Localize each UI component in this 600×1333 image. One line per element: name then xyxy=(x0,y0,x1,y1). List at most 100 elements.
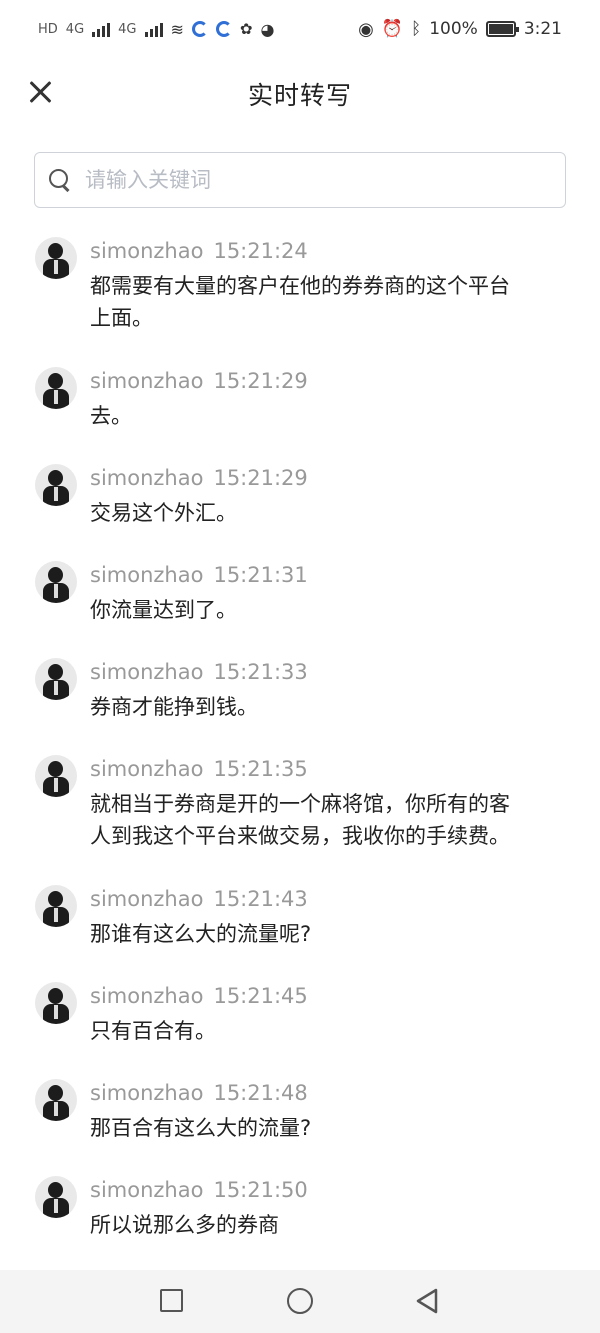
alarm-icon: ⏰ xyxy=(381,19,403,39)
signal-icon-2 xyxy=(144,21,163,37)
timestamp: 15:21:50 xyxy=(213,1178,308,1202)
message-text: 你流量达到了。 xyxy=(90,594,562,626)
list-item: simonzhao 15:21:48 那百合有这么大的流量? xyxy=(0,1074,600,1171)
username: simonzhao xyxy=(90,887,204,911)
timestamp: 15:21:29 xyxy=(213,369,308,393)
username: simonzhao xyxy=(90,757,204,781)
search-icon xyxy=(49,169,71,191)
timestamp: 15:21:43 xyxy=(213,887,308,911)
message-meta: simonzhao 15:21:50 xyxy=(90,1171,562,1209)
message-text: 只有百合有。 xyxy=(90,1015,562,1047)
list-item: simonzhao 15:21:29 去。 xyxy=(0,362,600,459)
status-left: HD 4G 4G ≋ ✿ ◕ xyxy=(38,20,274,39)
title-bar: 实时转写 xyxy=(0,58,600,132)
message-line: 交易这个外汇。 xyxy=(90,501,237,525)
list-item: simonzhao 15:21:45 只有百合有。 xyxy=(0,977,600,1074)
page-title: 实时转写 xyxy=(247,81,352,110)
timestamp: 15:21:24 xyxy=(213,239,308,263)
clock: 3:21 xyxy=(523,19,562,39)
message-text: 那百合有这么大的流量? xyxy=(90,1112,562,1144)
list-item: simonzhao 15:21:24 都需要有大量的客户在他的券券商的这个平台 上面… xyxy=(0,232,600,362)
message-line: 那谁有这么大的流量呢? xyxy=(90,922,312,946)
transcript-list[interactable]: simonzhao 15:21:24 都需要有大量的客户在他的券券商的这个平台 上面… xyxy=(0,232,600,1270)
message-line: 券商才能挣到钱。 xyxy=(90,695,258,719)
message-meta: simonzhao 15:21:45 xyxy=(90,977,562,1015)
username: simonzhao xyxy=(90,563,204,587)
message-text: 就相当于券商是开的一个麻将馆，你所有的客 人到我这个平台来做交易，我收你的手续费。 xyxy=(90,788,562,852)
message-meta: simonzhao 15:21:43 xyxy=(90,880,562,918)
message-line: 上面。 xyxy=(90,306,153,330)
avatar xyxy=(35,561,77,603)
app-icon xyxy=(191,21,208,37)
avatar xyxy=(35,1079,77,1121)
message-line: 就相当于券商是开的一个麻将馆，你所有的客 xyxy=(90,792,510,816)
username: simonzhao xyxy=(90,1178,204,1202)
message-meta: simonzhao 15:21:48 xyxy=(90,1074,562,1112)
message-line: 那百合有这么大的流量? xyxy=(90,1116,312,1140)
message-text: 去。 xyxy=(90,400,562,432)
timestamp: 15:21:33 xyxy=(213,660,308,684)
hd-icon: HD xyxy=(38,21,58,37)
battery-icon xyxy=(485,21,519,37)
signal-icon xyxy=(92,21,111,37)
username: simonzhao xyxy=(90,369,204,393)
message-line: 都需要有大量的客户在他的券券商的这个平台 xyxy=(90,274,510,298)
message-text: 那谁有这么大的流量呢? xyxy=(90,918,562,950)
browser-icon: ◕ xyxy=(260,19,275,39)
timestamp: 15:21:35 xyxy=(213,757,308,781)
timestamp: 15:21:48 xyxy=(213,1081,308,1105)
search-input[interactable] xyxy=(85,168,525,192)
bluetooth-icon: ᛒ xyxy=(411,19,422,39)
network-label-1: 4G xyxy=(65,21,85,37)
status-bar: HD 4G 4G ≋ ✿ ◕ ◉ ⏰ ᛒ 100% 3:21 xyxy=(0,0,600,58)
username: simonzhao xyxy=(90,660,204,684)
username: simonzhao xyxy=(90,466,204,490)
message-line: 去。 xyxy=(90,404,132,428)
list-item: simonzhao 15:21:31 你流量达到了。 xyxy=(0,556,600,653)
avatar xyxy=(35,237,77,279)
recent-apps-icon[interactable] xyxy=(160,1289,183,1312)
avatar xyxy=(35,1176,77,1218)
message-meta: simonzhao 15:21:35 xyxy=(90,750,562,788)
back-icon[interactable] xyxy=(414,1287,440,1315)
avatar xyxy=(35,755,77,797)
message-meta: simonzhao 15:21:29 xyxy=(90,459,562,497)
avatar xyxy=(35,885,77,927)
network-label-2: 4G xyxy=(118,21,137,37)
avatar xyxy=(35,464,77,506)
avatar xyxy=(35,982,77,1024)
avatar xyxy=(35,367,77,409)
list-item: simonzhao 15:21:35 就相当于券商是开的一个麻将馆，你所有的客 人到… xyxy=(0,750,600,880)
message-text: 交易这个外汇。 xyxy=(90,497,562,529)
list-item: simonzhao 15:21:50 所以说那么多的券商 xyxy=(0,1171,600,1268)
wifi-icon: ≋ xyxy=(170,19,184,39)
list-item: simonzhao 15:21:43 那谁有这么大的流量呢? xyxy=(0,880,600,977)
username: simonzhao xyxy=(90,1081,204,1105)
app-icon-2 xyxy=(215,21,232,37)
message-text: 券商才能挣到钱。 xyxy=(90,691,562,723)
search-box[interactable] xyxy=(34,152,566,208)
message-line: 人到我这个平台来做交易，我收你的手续费。 xyxy=(90,824,510,848)
status-right: ◉ ⏰ ᛒ 100% 3:21 xyxy=(358,19,562,40)
message-meta: simonzhao 15:21:24 xyxy=(90,232,562,270)
message-meta: simonzhao 15:21:29 xyxy=(90,362,562,400)
message-meta: simonzhao 15:21:31 xyxy=(90,556,562,594)
system-nav-bar xyxy=(0,1270,600,1333)
message-line: 所以说那么多的券商 xyxy=(90,1213,279,1237)
timestamp: 15:21:31 xyxy=(213,563,308,587)
paw-icon: ✿ xyxy=(239,20,253,38)
list-item: simonzhao 15:21:33 券商才能挣到钱。 xyxy=(0,653,600,750)
message-meta: simonzhao 15:21:33 xyxy=(90,653,562,691)
message-line: 只有百合有。 xyxy=(90,1019,216,1043)
timestamp: 15:21:29 xyxy=(213,466,308,490)
list-item: simonzhao 15:21:29 交易这个外汇。 xyxy=(0,459,600,556)
message-line: 你流量达到了。 xyxy=(90,598,237,622)
battery-percent: 100% xyxy=(429,19,478,39)
message-text: 所以说那么多的券商 xyxy=(90,1209,562,1241)
timestamp: 15:21:45 xyxy=(213,984,308,1008)
home-icon[interactable] xyxy=(287,1288,313,1314)
avatar xyxy=(35,658,77,700)
message-text: 都需要有大量的客户在他的券券商的这个平台 上面。 xyxy=(90,270,562,334)
username: simonzhao xyxy=(90,239,204,263)
username: simonzhao xyxy=(90,984,204,1008)
